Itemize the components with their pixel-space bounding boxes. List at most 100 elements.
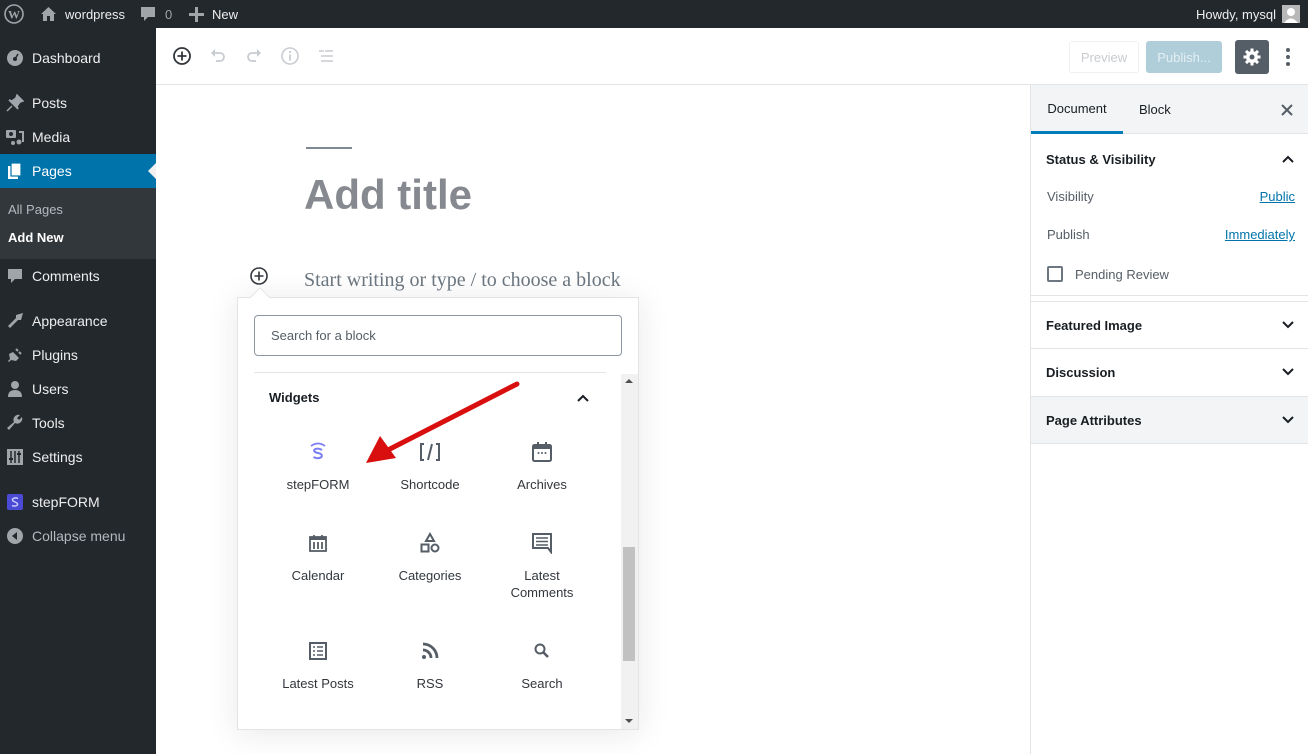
wrench-icon [5,413,25,433]
chevron-down-icon [1280,412,1296,428]
sidebar-item-tools[interactable]: Tools [0,406,156,440]
inserter-scrollbar[interactable] [621,374,638,729]
block-latest-posts[interactable]: Latest Posts [262,639,374,729]
pages-submenu: All Pages Add New [0,188,156,259]
home-icon [40,6,57,22]
media-icon [5,127,25,147]
gear-icon [1242,47,1262,67]
comments-list-icon [530,531,554,555]
sidebar-item-posts[interactable]: Posts [0,86,156,120]
block-archives[interactable]: Archives [486,440,598,530]
scroll-thumb[interactable] [623,547,635,661]
scroll-up-arrow[interactable] [625,379,633,383]
block-categories[interactable]: Categories [374,531,486,621]
chevron-up-icon [576,393,590,403]
submenu-all-pages[interactable]: All Pages [8,202,63,217]
pin-icon [5,93,25,113]
stepform-icon [5,492,25,512]
rss-icon [418,639,442,663]
title-separator [306,147,352,149]
block-stepform[interactable]: stepFORM [262,440,374,530]
page-attributes-panel[interactable]: Page Attributes [1031,397,1308,444]
pages-icon [5,161,25,181]
new-content-link[interactable]: New [189,0,238,28]
vertical-ellipsis-icon [1285,47,1291,67]
settings-sidebar: Document Block Status & Visibility Visib… [1030,85,1308,754]
panel-title: Page Attributes [1046,413,1142,428]
undo-icon [208,46,228,66]
sidebar-item-media[interactable]: Media [0,120,156,154]
site-name-link[interactable]: wordpress [40,0,125,28]
sidebar-item-dashboard[interactable]: Dashboard [0,41,156,75]
stepform-icon [306,440,330,464]
redo-button[interactable] [242,44,266,68]
sidebar-item-appearance[interactable]: Appearance [0,304,156,338]
preview-button[interactable]: Preview [1069,41,1139,73]
comments-link[interactable]: 0 [140,0,172,28]
sliders-icon [5,447,25,467]
widgets-panel-title[interactable]: Widgets [269,390,319,405]
pending-review-checkbox[interactable] [1047,266,1063,282]
calendar-icon [306,531,330,555]
pending-review-label[interactable]: Pending Review [1075,267,1169,282]
add-block-button[interactable] [170,44,194,68]
user-icon [5,379,25,399]
status-visibility-panel: Status & Visibility Visibility Public Pu… [1031,134,1308,296]
featured-image-panel[interactable]: Featured Image [1031,301,1308,349]
panel-title[interactable]: Status & Visibility [1046,152,1156,167]
my-account-link[interactable]: Howdy, mysql [1196,0,1300,28]
sidebar-item-stepform[interactable]: stepFORM [0,485,156,519]
comment-icon [5,266,25,286]
block-navigation-button[interactable] [314,44,338,68]
sidebar-item-comments[interactable]: Comments [0,259,156,293]
list-icon [316,46,336,66]
editor-toolbar: Preview Publish... [156,28,1308,85]
undo-button[interactable] [206,44,230,68]
sidebar-item-settings[interactable]: Settings [0,440,156,474]
comment-icon [140,6,156,22]
block-inserter-popover: Widgets stepFORM Shortcode Archives Cale… [237,287,639,730]
discussion-panel[interactable]: Discussion [1031,349,1308,397]
collapse-menu-button[interactable]: Collapse menu [0,519,156,553]
panel-toggle[interactable] [1280,151,1296,167]
tab-block[interactable]: Block [1139,85,1171,134]
more-options-button[interactable] [1278,44,1298,70]
tab-document[interactable]: Document [1031,85,1123,134]
plug-icon [5,345,25,365]
post-title-input[interactable]: Add title [304,171,472,219]
close-settings-button[interactable] [1279,102,1295,118]
paintbrush-icon [5,311,25,331]
chevron-up-icon [1281,154,1295,164]
widgets-panel-toggle[interactable] [574,389,592,407]
panel-title: Discussion [1046,365,1116,380]
visibility-label: Visibility [1047,189,1094,204]
default-block-placeholder[interactable]: Start writing or type / to choose a bloc… [304,269,621,292]
block-search[interactable]: Search [486,639,598,729]
sidebar-item-pages[interactable]: Pages [0,154,156,188]
chevron-down-icon [1280,364,1296,380]
scroll-down-arrow[interactable] [625,719,633,723]
sidebar-item-users[interactable]: Users [0,372,156,406]
submenu-add-new[interactable]: Add New [8,230,64,245]
publish-date-link[interactable]: Immediately [1225,227,1295,242]
plus-circle-icon [172,46,192,66]
block-calendar[interactable]: Calendar [262,531,374,621]
chevron-down-icon [1280,317,1296,333]
content-info-button[interactable] [278,44,302,68]
panel-title: Featured Image [1046,318,1143,333]
plus-icon [189,6,204,22]
wordpress-logo-icon[interactable]: W [4,0,24,28]
block-latest-comments[interactable]: Latest Comments [486,531,598,621]
block-shortcode[interactable]: Shortcode [374,440,486,530]
sidebar-item-plugins[interactable]: Plugins [0,338,156,372]
block-rss[interactable]: RSS [374,639,486,729]
publish-button[interactable]: Publish... [1146,41,1222,73]
inline-inserter-button[interactable] [249,266,269,286]
divider [254,372,606,373]
visibility-link[interactable]: Public [1260,189,1295,204]
block-search-input[interactable] [254,315,622,356]
settings-toggle-button[interactable] [1235,40,1269,74]
plus-circle-icon [249,266,269,286]
svg-text:W: W [8,8,20,22]
publish-label: Publish [1047,227,1090,242]
